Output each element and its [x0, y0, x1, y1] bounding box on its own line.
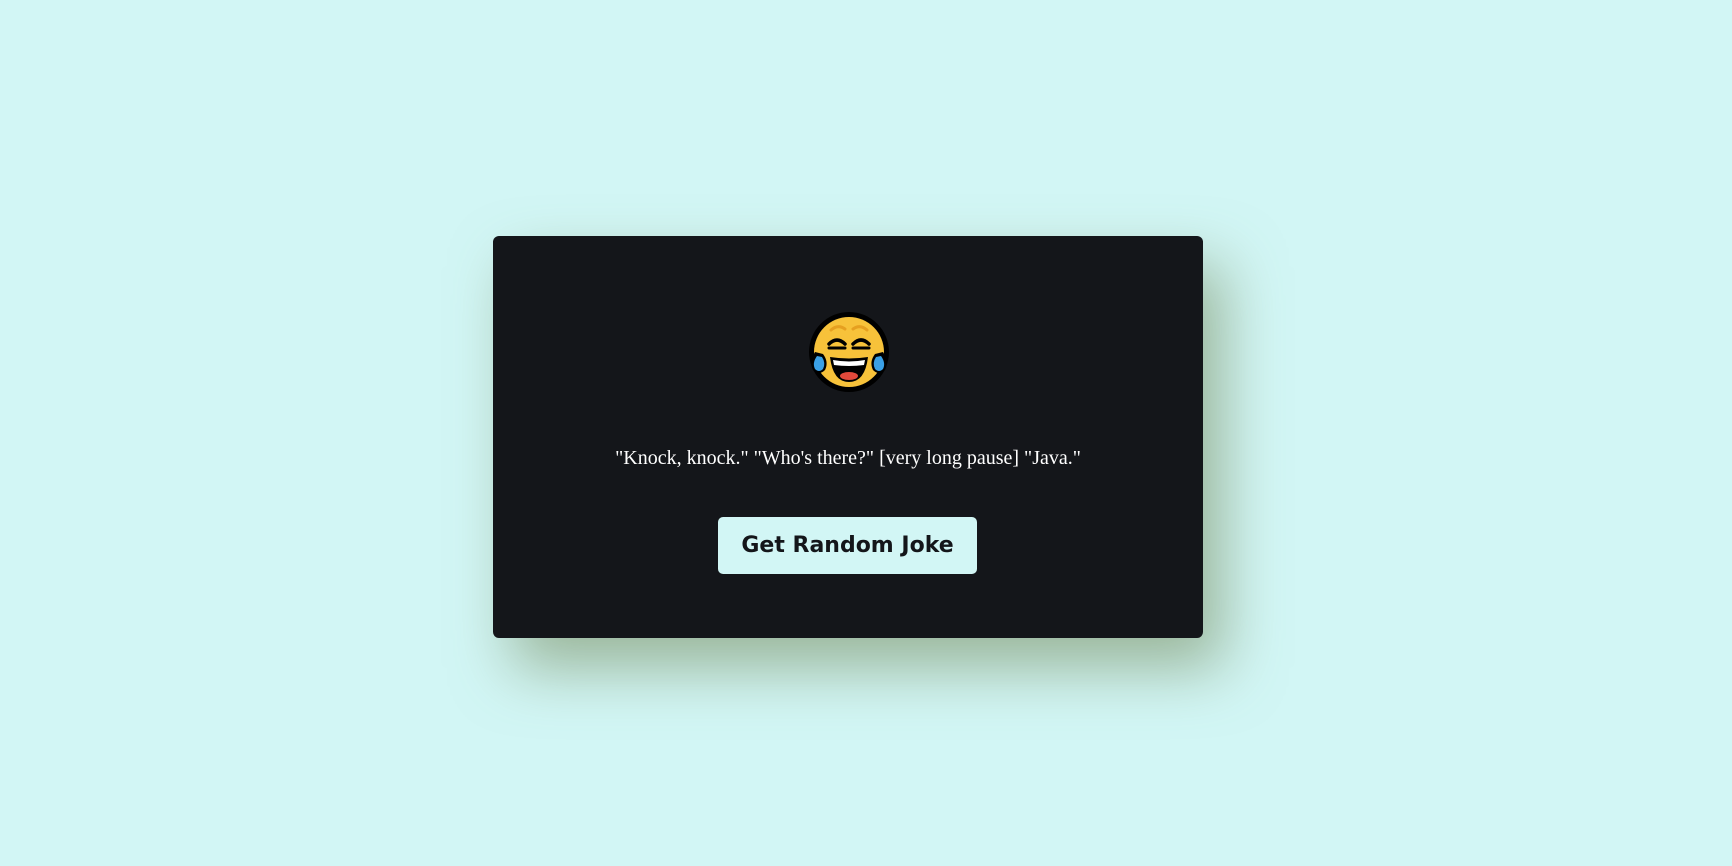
joke-card: "Knock, knock." "Who's there?" [very lon…	[493, 236, 1203, 638]
joke-text: "Knock, knock." "Who's there?" [very lon…	[615, 447, 1081, 469]
get-random-joke-button[interactable]: Get Random Joke	[718, 517, 977, 574]
laughing-emoji-icon	[805, 310, 893, 398]
